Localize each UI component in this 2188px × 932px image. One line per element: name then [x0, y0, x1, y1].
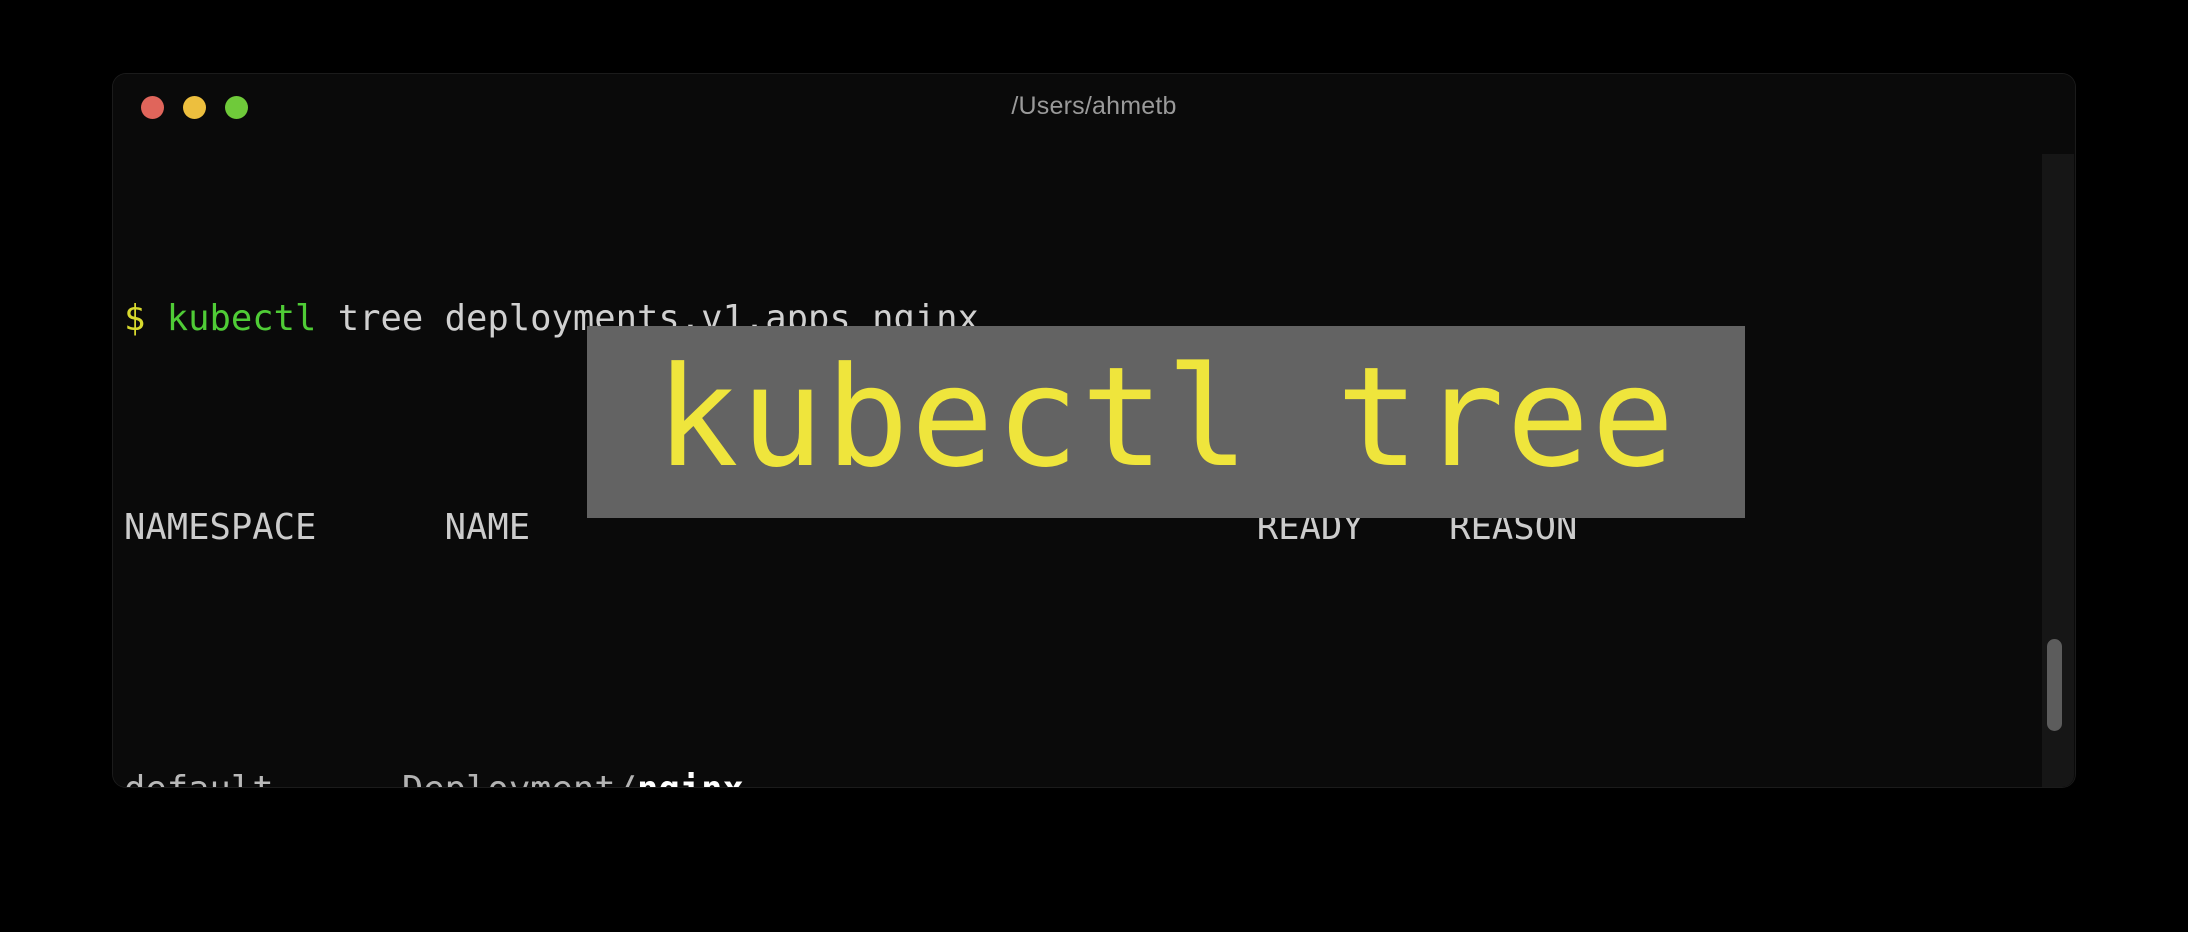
column-header-ready: READY [1256, 507, 1364, 549]
row-namespace: default [124, 769, 274, 787]
table-row: default Deployment/nginx [124, 764, 1642, 787]
column-header-name: NAME [444, 507, 531, 549]
command-args: tree deployments.v1.apps nginx [316, 297, 979, 339]
prompt-symbol: $ [124, 297, 146, 339]
title-bar[interactable]: /Users/ahmetb [113, 74, 2075, 136]
row-resource: nginx [637, 769, 744, 787]
row-kind: Deployment/ [402, 769, 637, 787]
window-title: /Users/ahmetb [1011, 92, 1177, 120]
screenshot-root: /Users/ahmetb $ kubectl tree deployments… [0, 0, 2188, 932]
scrollbar-thumb[interactable] [2047, 639, 2062, 731]
terminal-window: /Users/ahmetb $ kubectl tree deployments… [113, 74, 2075, 787]
column-header-namespace: NAMESPACE [124, 507, 317, 549]
terminal-output: $ kubectl tree deployments.v1.apps nginx… [124, 136, 1642, 787]
column-header-reason: REASON [1449, 507, 1578, 549]
vertical-scrollbar[interactable] [2042, 154, 2074, 787]
column-header-row: NAMESPACE NAME READY REASON [124, 502, 1642, 554]
command-program: kubectl [166, 297, 317, 339]
command-line: $ kubectl tree deployments.v1.apps nginx [124, 293, 1642, 345]
terminal-body[interactable]: $ kubectl tree deployments.v1.apps nginx… [113, 136, 2075, 787]
